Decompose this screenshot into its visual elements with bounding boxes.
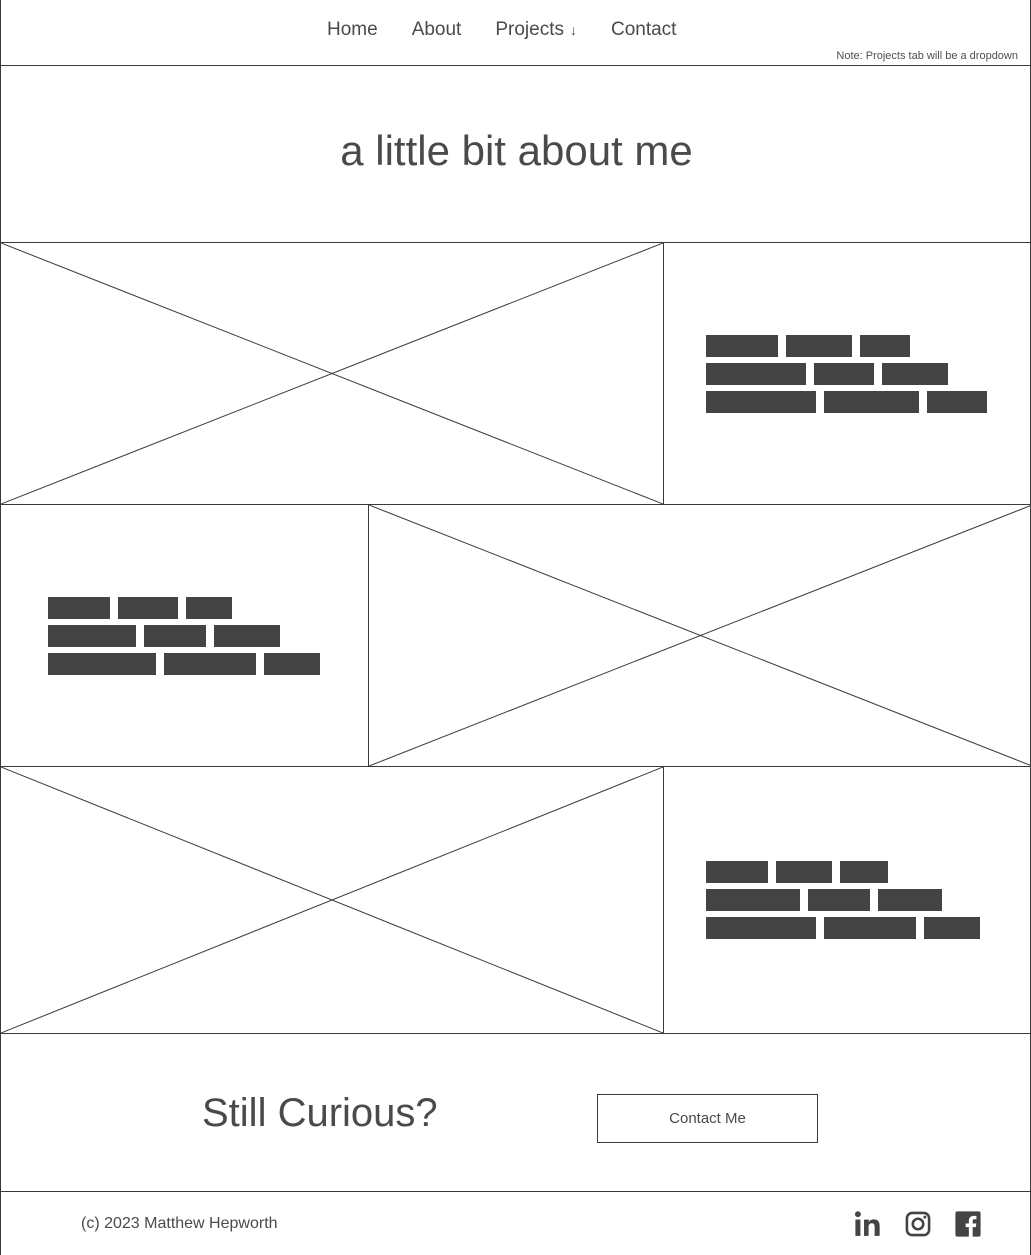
social-links [854, 1210, 982, 1238]
text-bar [48, 652, 156, 675]
nav-item-projects[interactable]: Projects ↓ [495, 20, 577, 39]
text-bar [786, 334, 852, 357]
text-bar [706, 861, 768, 883]
paragraph-line [706, 390, 987, 413]
text-bar [824, 390, 919, 413]
text-bar [706, 889, 800, 911]
text-bar [706, 362, 806, 385]
page-root: Home About Projects ↓ Contact Note: Proje… [0, 0, 1031, 1255]
linkedin-icon[interactable] [854, 1210, 882, 1238]
paragraph-placeholder-3 [706, 861, 980, 939]
image-placeholder-x-icon [1, 767, 663, 1033]
nav-item-about-label: About [411, 19, 462, 40]
image-placeholder-3[interactable] [1, 767, 664, 1033]
paragraph-line [48, 596, 320, 619]
content-row-2 [1, 505, 1031, 767]
content-row-3 [1, 767, 1030, 1034]
page-title: a little bit about me [340, 127, 693, 174]
text-bar [264, 652, 320, 675]
paragraph-line [706, 334, 987, 357]
instagram-icon[interactable] [904, 1210, 932, 1238]
text-bar [776, 861, 832, 883]
image-placeholder-1[interactable] [1, 243, 664, 504]
text-bar [144, 624, 206, 647]
text-bar [706, 917, 816, 939]
nav-item-home[interactable]: Home [327, 20, 378, 39]
content-row-1 [1, 243, 1030, 505]
text-block-2 [1, 505, 368, 766]
text-block-3 [664, 767, 1030, 1033]
text-bar [186, 596, 232, 619]
paragraph-line [48, 624, 320, 647]
text-bar [878, 889, 942, 911]
text-bar [706, 390, 816, 413]
text-bar [48, 596, 110, 619]
nav-item-contact[interactable]: Contact [611, 20, 676, 39]
hero-section: a little bit about me [1, 66, 1030, 243]
paragraph-placeholder-1 [706, 334, 987, 413]
text-bar [706, 334, 778, 357]
text-bar [164, 652, 256, 675]
paragraph-line [706, 917, 980, 939]
cta-section: Still Curious? [1, 1034, 1030, 1192]
image-placeholder-x-icon [369, 505, 1031, 766]
text-bar [814, 362, 874, 385]
text-bar [924, 917, 980, 939]
cta-title: Still Curious? [202, 1090, 438, 1135]
text-bar [824, 917, 916, 939]
paragraph-placeholder-2 [48, 596, 320, 675]
text-bar [840, 861, 888, 883]
image-placeholder-x-icon [1, 243, 663, 504]
arrow-down-icon: ↓ [569, 22, 577, 38]
text-bar [927, 390, 987, 413]
nav-item-home-label: Home [327, 19, 378, 40]
paragraph-line [48, 652, 320, 675]
text-bar [48, 624, 136, 647]
text-bar [118, 596, 178, 619]
nav-item-projects-label: Projects [495, 19, 564, 40]
paragraph-line [706, 889, 980, 911]
text-bar [214, 624, 280, 647]
facebook-icon[interactable] [954, 1210, 982, 1238]
contact-me-button[interactable]: Contact Me [597, 1094, 818, 1143]
image-placeholder-2[interactable] [368, 505, 1031, 766]
footer: (c) 2023 Matthew Hepworth [1, 1192, 1030, 1255]
text-bar [882, 362, 948, 385]
nav-items: Home About Projects ↓ Contact [327, 20, 676, 39]
navbar: Home About Projects ↓ Contact Note: Proje… [1, 0, 1030, 66]
nav-item-about[interactable]: About [412, 20, 462, 39]
paragraph-line [706, 861, 980, 883]
text-bar [860, 334, 910, 357]
text-block-1 [664, 243, 1030, 504]
nav-note: Note: Projects tab will be a dropdown [836, 50, 1018, 62]
paragraph-line [706, 362, 987, 385]
text-bar [808, 889, 870, 911]
copyright-text: (c) 2023 Matthew Hepworth [81, 1214, 278, 1232]
nav-item-contact-label: Contact [610, 19, 677, 40]
